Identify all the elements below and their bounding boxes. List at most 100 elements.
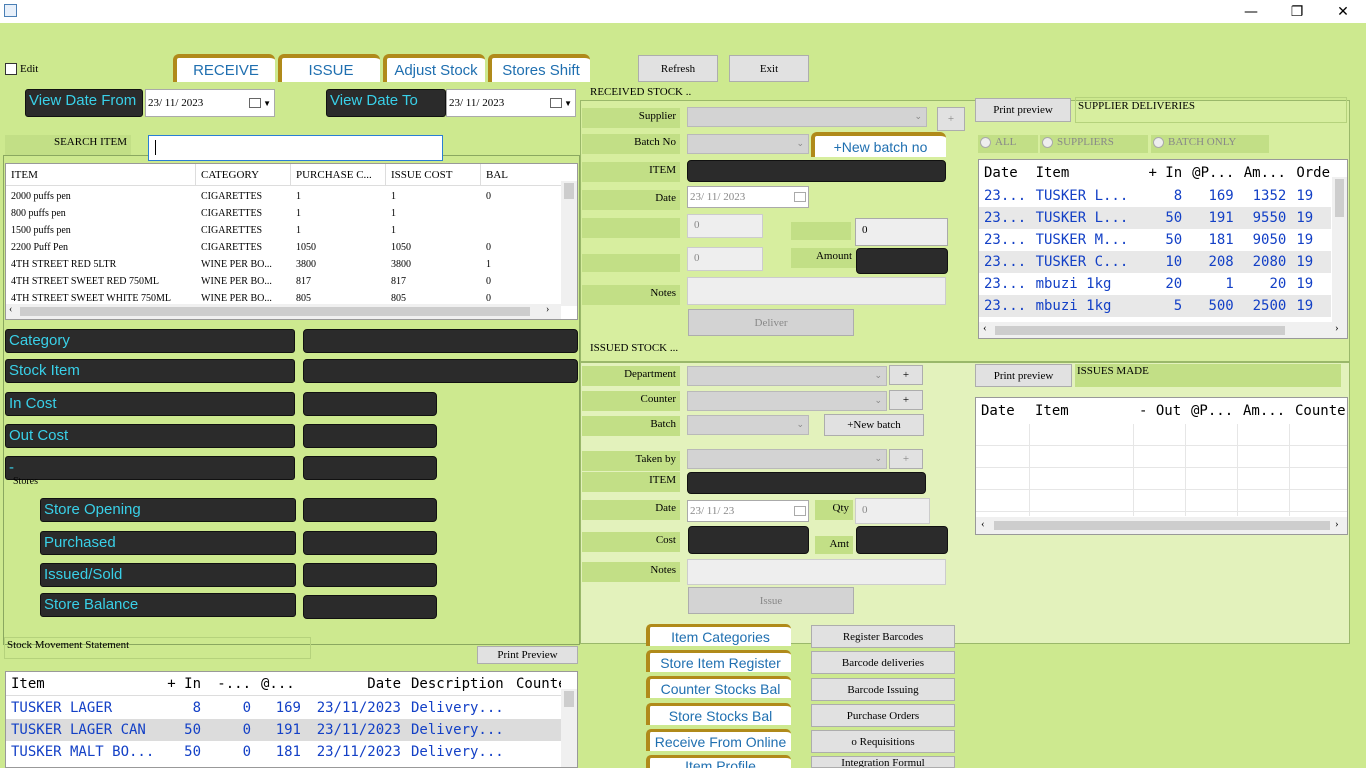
table-row[interactable]: 4TH STREET SWEET RED 750ML WINE PER BO...… — [6, 273, 561, 290]
scroll-left-icon[interactable]: ‹ — [983, 322, 987, 334]
issue-item-value[interactable] — [687, 472, 926, 494]
radio-suppliers[interactable]: SUPPLIERS — [1040, 135, 1148, 153]
item-grid-hscroll[interactable]: ‹ › — [6, 304, 561, 319]
scroll-right-icon[interactable]: › — [1335, 322, 1339, 334]
tab-receive[interactable]: RECEIVE — [173, 54, 275, 82]
scroll-thumb[interactable] — [994, 521, 1330, 530]
counter-stocks-bal-link[interactable]: Counter Stocks Bal — [646, 676, 791, 698]
col-header-counter[interactable]: Counter — [1290, 403, 1347, 419]
table-row[interactable]: 23... TUSKER L... 8 169 1352 19 — [979, 185, 1331, 207]
received-date-picker[interactable]: 23/ 11/ 2023 — [687, 186, 809, 208]
taken-by-select[interactable]: ⌄ — [687, 449, 887, 469]
table-row[interactable]: 1500 puffs pen CIGARETTES 1 1 — [6, 222, 561, 239]
new-batch-no-button[interactable]: +New batch no — [811, 132, 946, 157]
register-barcodes-button[interactable]: Register Barcodes — [811, 625, 955, 648]
table-row[interactable]: 23... TUSKER M... 50 181 9050 19 — [979, 229, 1331, 251]
scroll-left-icon[interactable]: ‹ — [9, 304, 12, 315]
scroll-left-icon[interactable]: ‹ — [981, 518, 985, 530]
table-row[interactable]: TUSKER LAGER 8 0 169 23/11/2023 Delivery... — [6, 697, 561, 719]
view-date-to-picker[interactable]: 23/ 11/ 2023 ▼ — [446, 89, 576, 117]
col-header-in[interactable]: + In — [1135, 165, 1188, 181]
view-date-from-picker[interactable]: 23/ 11/ 2023 ▼ — [145, 89, 275, 117]
table-row[interactable]: 2200 Puff Pen CIGARETTES 1050 1050 0 — [6, 239, 561, 256]
col-header-order[interactable]: Orde — [1291, 165, 1331, 181]
col-header-date[interactable]: Date — [306, 676, 406, 692]
scroll-right-icon[interactable]: › — [1335, 518, 1339, 530]
col-header-item[interactable]: Item — [1030, 403, 1134, 419]
col-header-issue-cost[interactable]: ISSUE COST — [386, 164, 481, 185]
col-header-item[interactable]: Item — [6, 676, 156, 692]
col-header-counter[interactable]: Counte — [511, 676, 561, 692]
edit-checkbox[interactable] — [5, 63, 17, 75]
col-header-category[interactable]: CATEGORY — [196, 164, 291, 185]
col-header-date[interactable]: Date — [979, 165, 1031, 181]
minimize-icon[interactable]: — — [1228, 0, 1274, 23]
maximize-icon[interactable]: ❐ — [1274, 0, 1320, 23]
add-counter-button[interactable]: + — [889, 390, 923, 410]
radio-all[interactable]: ALL — [978, 135, 1038, 153]
issue-notes-input[interactable] — [687, 559, 946, 585]
issues-hscroll[interactable]: ‹ › — [976, 517, 1347, 534]
barcode-deliveries-button[interactable]: Barcode deliveries — [811, 651, 955, 674]
requisitions-button[interactable]: o Requisitions — [811, 730, 955, 753]
table-row[interactable]: 23... mbuzi 1kg 20 1 20 19 — [979, 273, 1331, 295]
scroll-thumb[interactable] — [564, 183, 574, 199]
col-header-bal[interactable]: BAL — [481, 164, 561, 185]
issue-button[interactable]: Issue — [688, 587, 854, 614]
col-header-price[interactable]: @... — [256, 676, 306, 692]
counter-select[interactable]: ⌄ — [687, 391, 887, 411]
col-header-item[interactable]: ITEM — [6, 164, 196, 185]
col-header-out[interactable]: - Out — [1134, 403, 1186, 419]
stock-movement-grid[interactable]: Item + In -... @... Date Description Cou… — [5, 671, 578, 768]
add-department-button[interactable]: + — [889, 365, 923, 385]
item-grid[interactable]: ITEM CATEGORY PURCHASE C... ISSUE COST B… — [5, 163, 578, 320]
issue-date-picker[interactable]: 23/ 11/ 23 — [687, 500, 809, 522]
col-header-date[interactable]: Date — [976, 403, 1030, 419]
quantity-input[interactable]: 0 — [687, 214, 763, 238]
col-header-in[interactable]: + In — [156, 676, 206, 692]
close-icon[interactable]: ✕ — [1320, 0, 1366, 23]
col-header-item[interactable]: Item — [1031, 165, 1135, 181]
table-row[interactable]: 23... TUSKER L... 50 191 9550 19 — [979, 207, 1331, 229]
table-row[interactable]: 23... TUSKER C... 10 208 2080 19 — [979, 251, 1331, 273]
col-header-amount[interactable]: Am... — [1238, 403, 1290, 419]
table-row[interactable]: 23... mbuzi 1kg 5 500 2500 19 — [979, 295, 1331, 317]
scroll-thumb[interactable] — [995, 326, 1285, 335]
batch-select[interactable]: ⌄ — [687, 415, 809, 435]
print-preview-issues-button[interactable]: Print preview — [975, 364, 1072, 387]
purchase-orders-button[interactable]: Purchase Orders — [811, 704, 955, 727]
table-row[interactable]: 2000 puffs pen CIGARETTES 1 1 0 — [6, 188, 561, 205]
print-preview-deliveries-button[interactable]: Print preview — [975, 98, 1071, 122]
item-categories-link[interactable]: Item Categories — [646, 624, 791, 646]
col-header-description[interactable]: Description — [406, 676, 511, 692]
deliveries-vscroll[interactable] — [1332, 177, 1347, 322]
deliveries-hscroll[interactable]: ‹ › — [979, 322, 1347, 338]
scroll-right-icon[interactable]: › — [546, 304, 549, 315]
col-header-purchase-cost[interactable]: PURCHASE C... — [291, 164, 386, 185]
table-row[interactable]: TUSKER LAGER CAN 50 0 191 23/11/2023 Delivery… — [6, 719, 561, 741]
supplier-deliveries-grid[interactable]: Date Item + In @P... Am... Orde 23... TUS… — [978, 159, 1348, 339]
batch-no-select[interactable]: ⌄ — [687, 134, 809, 154]
scroll-thumb[interactable] — [564, 691, 574, 707]
tab-stores-shift[interactable]: Stores Shift — [488, 54, 590, 82]
extra-input[interactable]: 0 — [687, 247, 763, 271]
col-header-out[interactable]: -... — [206, 676, 256, 692]
tab-issue[interactable]: ISSUE — [278, 54, 380, 82]
receive-from-online-link[interactable]: Receive From Online — [646, 729, 791, 751]
radio-batch-only[interactable]: BATCH ONLY — [1151, 135, 1269, 153]
integration-formula-button[interactable]: Integration Formul — [811, 756, 955, 768]
tab-adjust-stock[interactable]: Adjust Stock — [383, 54, 485, 82]
department-select[interactable]: ⌄ — [687, 366, 887, 386]
scroll-thumb[interactable] — [1335, 179, 1344, 217]
item-grid-vscroll[interactable] — [561, 181, 577, 306]
col-header-price[interactable]: @P... — [1187, 165, 1239, 181]
qty-input[interactable]: 0 — [855, 498, 930, 524]
col-header-amount[interactable]: Am... — [1239, 165, 1292, 181]
price-input[interactable]: 0 — [855, 218, 948, 246]
new-batch-button[interactable]: +New batch — [824, 414, 924, 436]
refresh-button[interactable]: Refresh — [638, 55, 718, 82]
search-item-input[interactable] — [148, 135, 443, 161]
table-row[interactable]: 4TH STREET RED 5LTR WINE PER BO... 3800 380… — [6, 256, 561, 273]
exit-button[interactable]: Exit — [729, 55, 809, 82]
issues-made-grid[interactable]: Date Item - Out @P... Am... Counter ‹› — [975, 397, 1348, 535]
